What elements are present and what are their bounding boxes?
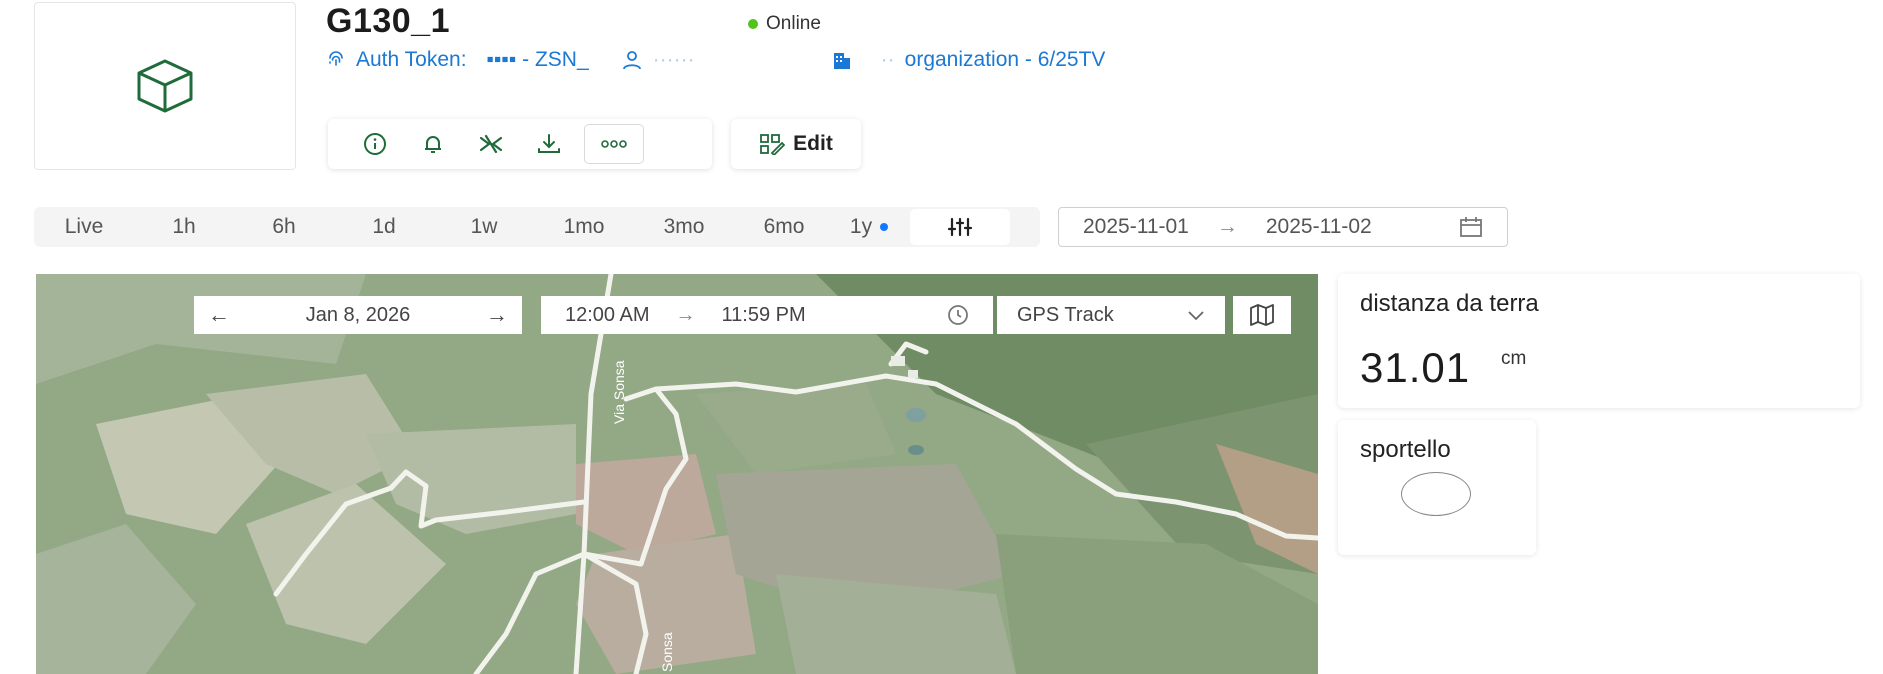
settings-icon xyxy=(479,134,503,154)
map-type-button[interactable] xyxy=(1233,296,1291,334)
range-tab-1mo[interactable]: 1mo xyxy=(534,215,634,239)
end-date[interactable]: 2025-11-02 xyxy=(1266,215,1372,239)
auth-token-label: Auth Token: xyxy=(356,48,467,71)
road-label-via-sonsa: Via Sonsa xyxy=(611,360,627,424)
settings-button[interactable] xyxy=(462,124,520,164)
more-button[interactable] xyxy=(584,124,644,164)
range-filter-button[interactable] xyxy=(910,209,1010,245)
device-action-toolbar xyxy=(328,119,712,169)
alarm-button[interactable] xyxy=(404,124,462,164)
status-text: Online xyxy=(766,13,821,34)
next-day-button[interactable]: → xyxy=(486,302,508,328)
map-end-time[interactable]: 11:59 PM xyxy=(722,304,806,327)
arrow-right-icon: → xyxy=(675,303,696,326)
device-title: G130_1 xyxy=(326,2,450,40)
user-value[interactable]: ······ xyxy=(653,48,803,72)
distance-value: 31.01 xyxy=(1360,344,1471,391)
range-tab-1y-label: 1y xyxy=(849,215,873,238)
map-start-time[interactable]: 12:00 AM xyxy=(565,304,650,327)
door-state-indicator xyxy=(1401,472,1471,516)
map-date: Jan 8, 2026 xyxy=(305,303,411,326)
distance-unit: cm xyxy=(1501,348,1527,369)
calendar-icon xyxy=(1460,217,1482,237)
edit-button[interactable]: Edit xyxy=(731,119,861,169)
start-date[interactable]: 2025-11-01 xyxy=(1083,215,1189,239)
user-icon xyxy=(622,51,641,70)
org-prefix: ·· xyxy=(880,48,895,71)
online-dot xyxy=(748,19,758,29)
cube-icon xyxy=(137,59,193,113)
road-label-sonsa: Sonsa xyxy=(659,632,675,672)
prev-day-button[interactable]: ← xyxy=(208,302,230,328)
info-icon xyxy=(364,133,386,155)
status-badge: Online xyxy=(748,13,821,35)
satellite-map: Via Sonsa Sonsa xyxy=(36,274,1318,674)
map-layer-value: GPS Track xyxy=(1017,303,1114,326)
info-button[interactable] xyxy=(346,124,404,164)
auth-token-value[interactable]: ▪▪▪▪ - ZSN_ xyxy=(487,48,589,72)
chevron-down-icon xyxy=(1188,311,1204,321)
map-time-range[interactable]: 12:00 AM → 11:59 PM xyxy=(541,296,993,334)
fingerprint-icon xyxy=(329,51,343,66)
range-tab-live[interactable]: Live xyxy=(34,215,134,239)
bell-icon xyxy=(425,136,441,153)
range-tab-6h[interactable]: 6h xyxy=(234,215,334,239)
more-icon xyxy=(601,140,627,148)
range-tab-6mo[interactable]: 6mo xyxy=(734,215,834,239)
map-view[interactable]: Via Sonsa Sonsa ← Jan 8, 2026 → 12:00 AM… xyxy=(36,274,1318,674)
edit-label: Edit xyxy=(793,132,833,155)
clock-icon xyxy=(948,305,968,325)
range-tab-3mo[interactable]: 3mo xyxy=(634,215,734,239)
device-thumbnail xyxy=(34,2,296,170)
arrow-right-icon: → xyxy=(1216,215,1238,238)
download-button[interactable] xyxy=(520,124,578,164)
distance-widget: distanza da terra 31.01 cm xyxy=(1338,274,1860,408)
time-range-bar: Live 1h 6h 1d 1w 1mo 3mo 6mo 1y xyxy=(34,207,1040,247)
download-icon xyxy=(538,134,560,153)
range-tab-1d[interactable]: 1d xyxy=(334,215,434,239)
organization-value[interactable]: organization - 6/25TV xyxy=(905,48,1106,72)
date-range-picker[interactable]: 2025-11-01 → 2025-11-02 xyxy=(1058,207,1508,247)
map-icon xyxy=(1250,304,1274,326)
map-layer-select[interactable]: GPS Track xyxy=(997,296,1225,334)
distance-label: distanza da terra xyxy=(1360,290,1539,317)
map-date-navigator: ← Jan 8, 2026 → xyxy=(194,296,522,334)
range-tab-1h[interactable]: 1h xyxy=(134,215,234,239)
edit-icon xyxy=(760,134,786,155)
selected-indicator xyxy=(880,223,889,232)
range-tab-1y[interactable]: 1y xyxy=(834,215,904,239)
door-widget: sportello xyxy=(1338,420,1536,555)
device-meta: Auth Token: ▪▪▪▪ - ZSN_ ······ ·· organi… xyxy=(326,48,1105,72)
range-tab-1w[interactable]: 1w xyxy=(434,215,534,239)
building-icon xyxy=(833,53,850,69)
sliders-icon xyxy=(947,217,973,237)
door-label: sportello xyxy=(1360,436,1451,463)
